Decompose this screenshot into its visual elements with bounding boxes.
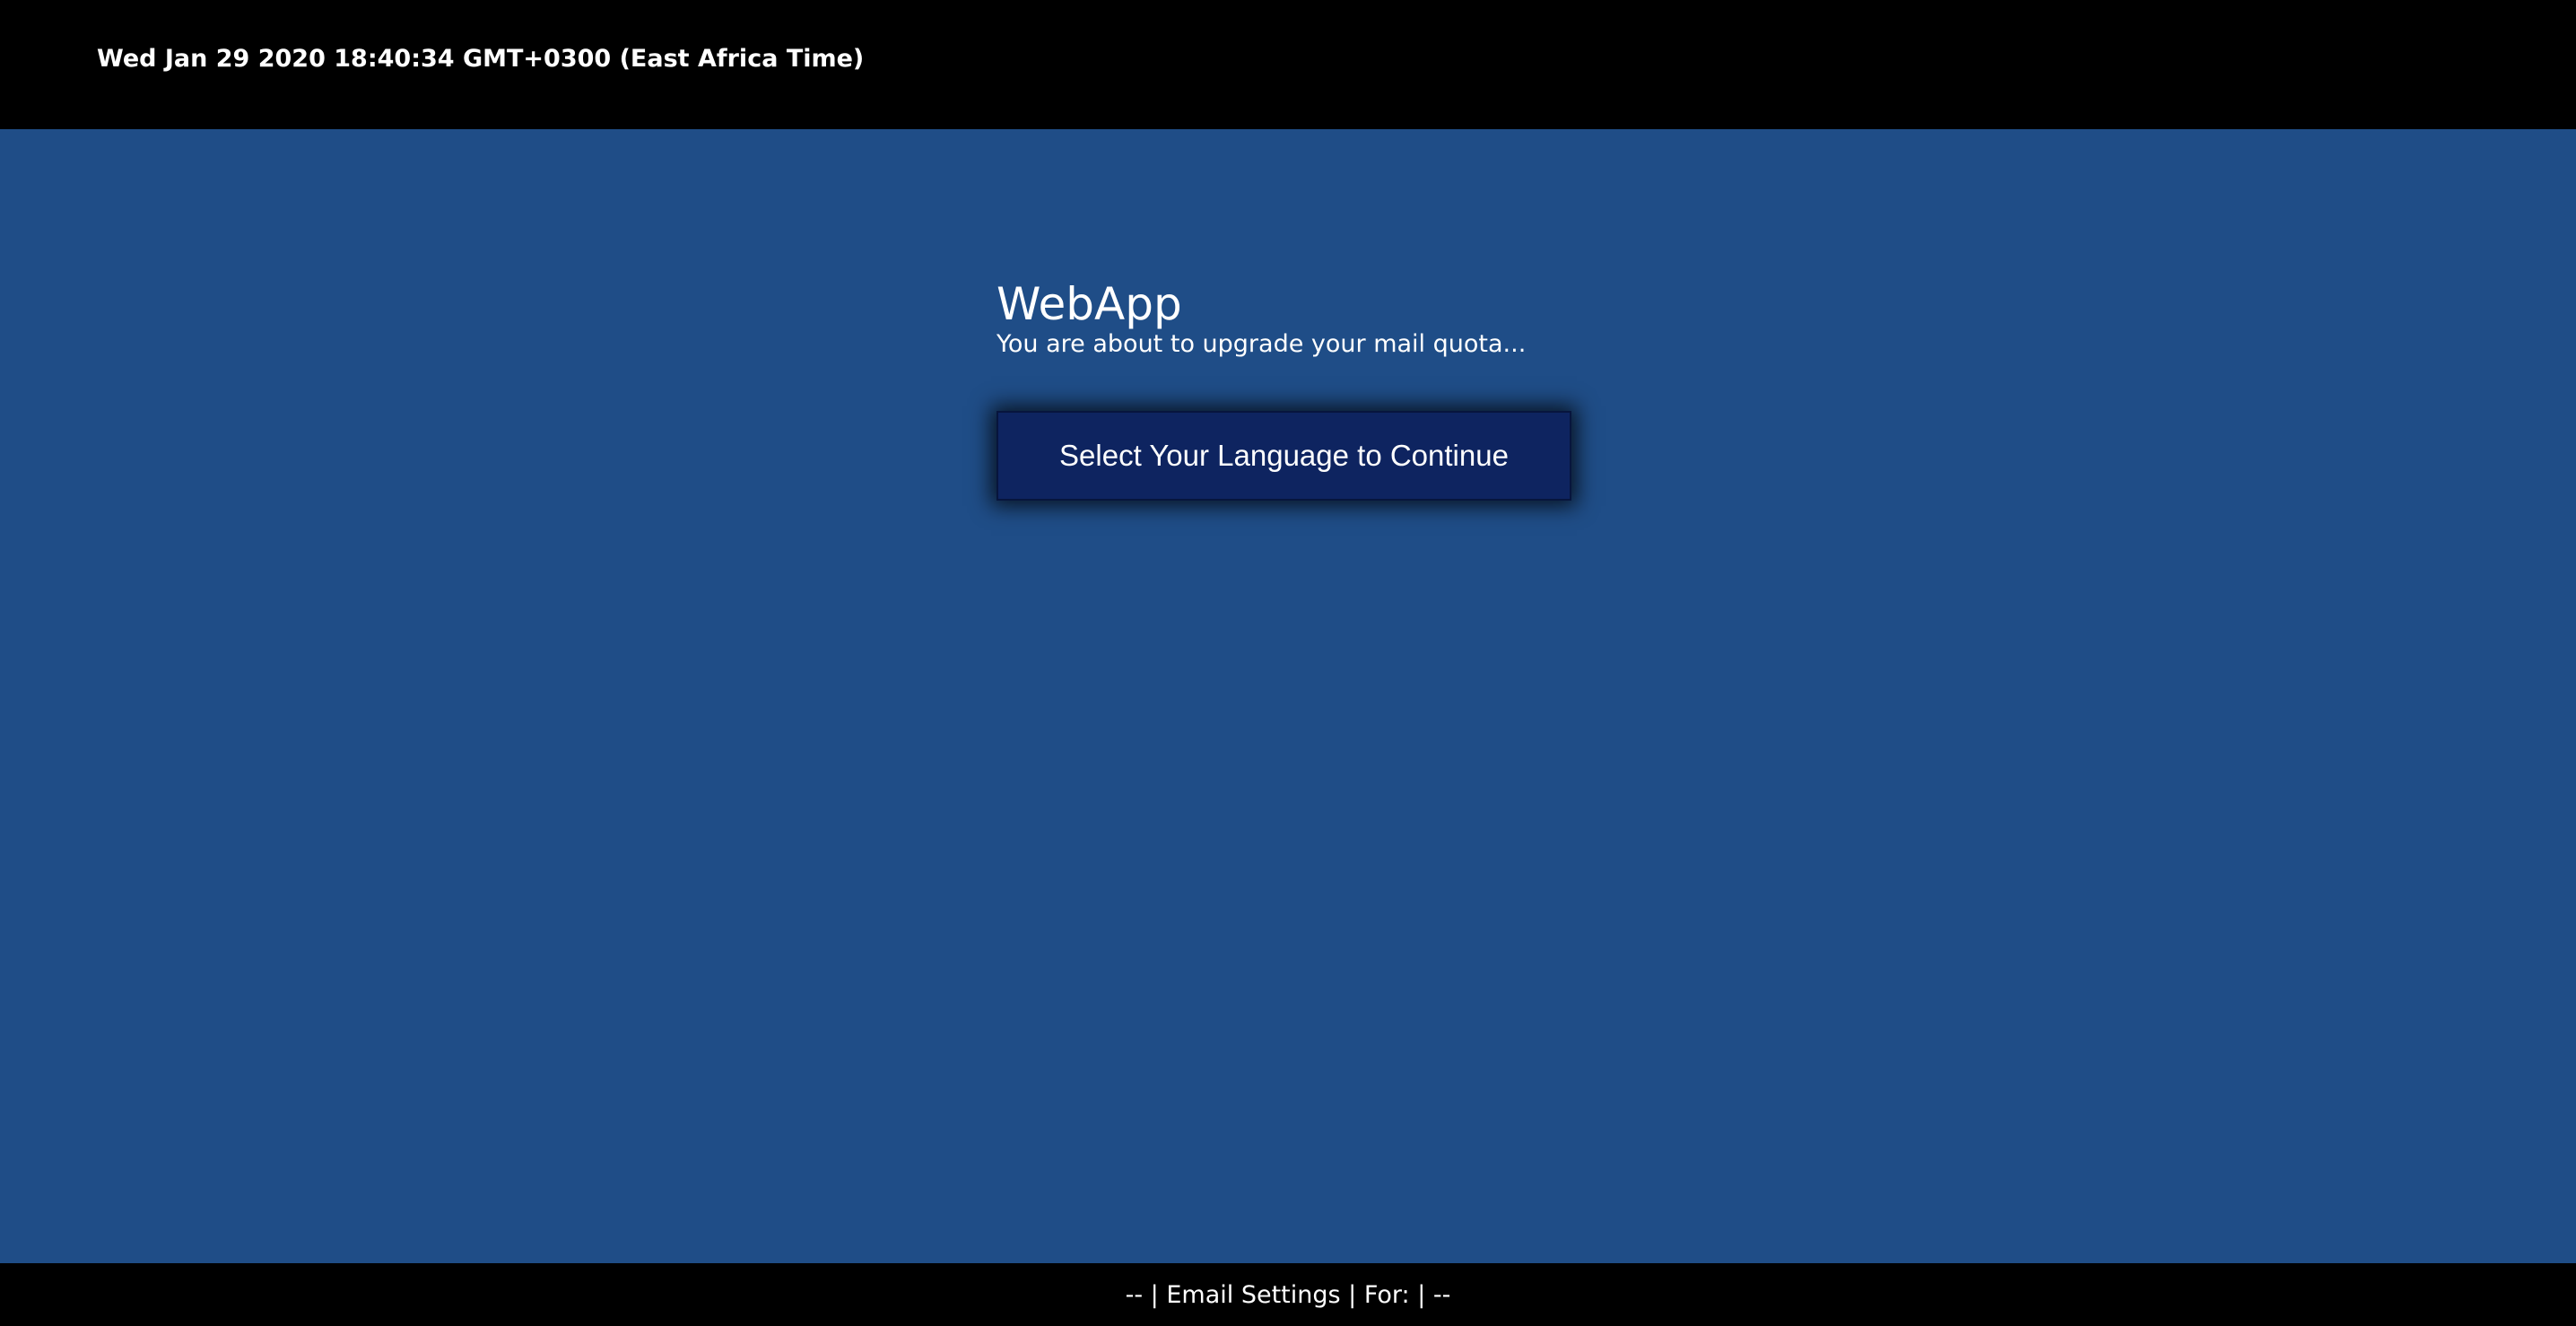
main-content: WebApp You are about to upgrade your mai… bbox=[0, 129, 2576, 1263]
top-bar: Wed Jan 29 2020 18:40:34 GMT+0300 (East … bbox=[0, 0, 2576, 129]
datetime-text: Wed Jan 29 2020 18:40:34 GMT+0300 (East … bbox=[97, 45, 865, 73]
select-language-button[interactable]: Select Your Language to Continue bbox=[996, 411, 1571, 501]
app-subtitle: You are about to upgrade your mail quota… bbox=[996, 330, 1527, 358]
footer-text: -- | Email Settings | For: | -- bbox=[1125, 1280, 1451, 1309]
footer-bar: -- | Email Settings | For: | -- bbox=[0, 1263, 2576, 1326]
app-title: WebApp bbox=[996, 278, 1182, 330]
